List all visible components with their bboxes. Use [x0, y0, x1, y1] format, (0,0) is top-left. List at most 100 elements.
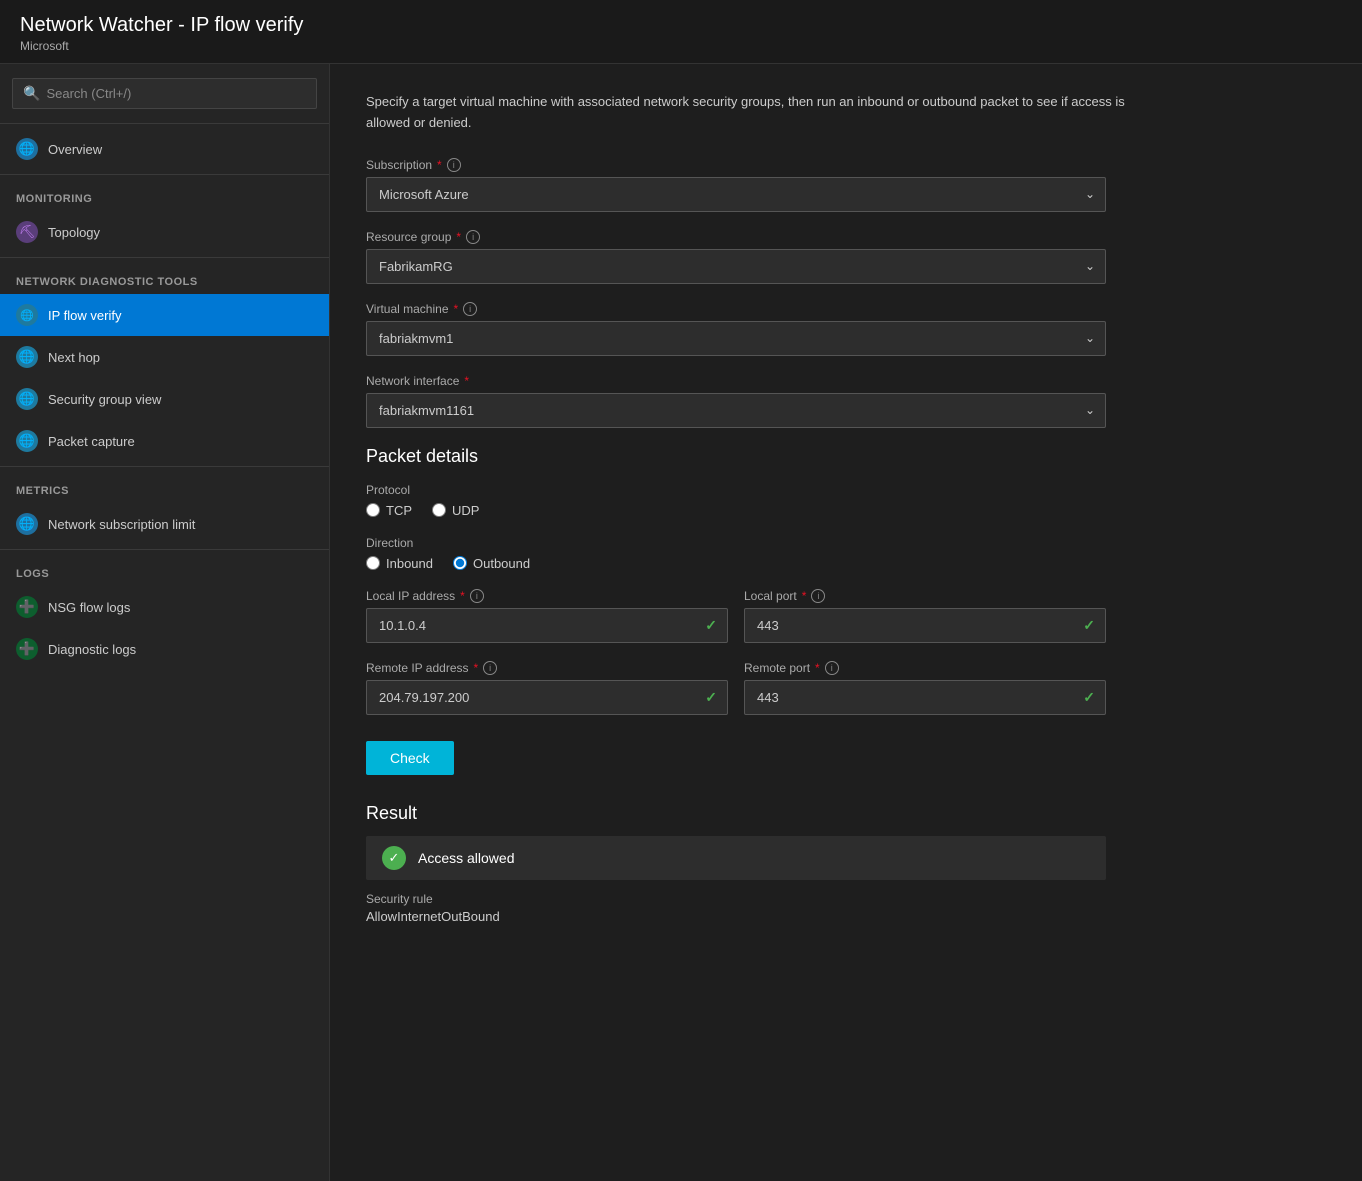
local-ip-field: Local IP address * i ✓ [366, 589, 728, 643]
search-icon: 🔍 [23, 85, 40, 102]
vm-info-icon[interactable]: i [463, 302, 477, 316]
network-interface-label: Network interface * [366, 374, 1106, 388]
direction-inbound-option[interactable]: Inbound [366, 556, 433, 571]
secgroup-icon: 🌐 [16, 388, 38, 410]
security-rule-label: Security rule [366, 892, 1326, 906]
remote-port-input-wrapper[interactable]: ✓ [744, 680, 1106, 715]
nsg-icon: ➕ [16, 596, 38, 618]
network-interface-select-wrapper[interactable]: fabriakmvm1161 ⌄ [366, 393, 1106, 428]
remote-fields-row: Remote IP address * i ✓ Remote port * i [366, 661, 1106, 715]
direction-radio-group: Inbound Outbound [366, 556, 1106, 571]
network-interface-select[interactable]: fabriakmvm1161 [367, 394, 1105, 427]
protocol-tcp-radio[interactable] [366, 503, 380, 517]
vm-select[interactable]: fabriakmvm1 [367, 322, 1105, 355]
local-ip-input-wrapper[interactable]: ✓ [366, 608, 728, 643]
sidebar-label-next-hop: Next hop [48, 350, 100, 365]
remote-ip-input[interactable] [367, 681, 727, 714]
local-port-field: Local port * i ✓ [744, 589, 1106, 643]
page-subtitle: Microsoft [20, 39, 1342, 53]
resource-group-select-wrapper[interactable]: FabrikamRG ⌄ [366, 249, 1106, 284]
direction-inbound-radio[interactable] [366, 556, 380, 570]
sidebar-item-security-group-view[interactable]: 🌐 Security group view [0, 378, 329, 420]
local-ip-valid-icon: ✓ [705, 617, 717, 634]
remote-ip-info-icon[interactable]: i [483, 661, 497, 675]
sidebar-label-nsg: NSG flow logs [48, 600, 130, 615]
remote-ip-input-wrapper[interactable]: ✓ [366, 680, 728, 715]
resource-group-info-icon[interactable]: i [466, 230, 480, 244]
required-star-rip: * [474, 661, 479, 675]
protocol-udp-radio[interactable] [432, 503, 446, 517]
protocol-tcp-option[interactable]: TCP [366, 503, 412, 518]
local-port-input-wrapper[interactable]: ✓ [744, 608, 1106, 643]
security-rule-value: AllowInternetOutBound [366, 909, 1326, 924]
result-success-icon: ✓ [382, 846, 406, 870]
sidebar: 🔍 🌐 Overview MONITORING ⛏ Topology NETWO… [0, 64, 330, 1181]
local-port-label: Local port * i [744, 589, 1106, 603]
required-star-vm: * [454, 302, 459, 316]
divider [0, 466, 329, 467]
result-text: Access allowed [418, 850, 515, 866]
section-monitoring: MONITORING [0, 179, 329, 211]
resource-group-select[interactable]: FabrikamRG [367, 250, 1105, 283]
protocol-radio-group: TCP UDP [366, 503, 1106, 518]
search-box[interactable]: 🔍 [12, 78, 317, 109]
sidebar-label-diagnostic: Diagnostic logs [48, 642, 136, 657]
protocol-udp-option[interactable]: UDP [432, 503, 479, 518]
required-star-ni: * [464, 374, 469, 388]
sidebar-item-topology[interactable]: ⛏ Topology [0, 211, 329, 253]
local-fields-row: Local IP address * i ✓ Local port * i ✓ [366, 589, 1106, 643]
remote-port-info-icon[interactable]: i [825, 661, 839, 675]
nexthop-icon: 🌐 [16, 346, 38, 368]
direction-field: Direction Inbound Outbound [366, 536, 1106, 571]
direction-label: Direction [366, 536, 1106, 550]
local-port-info-icon[interactable]: i [811, 589, 825, 603]
sidebar-label-network-sub: Network subscription limit [48, 517, 195, 532]
remote-port-field: Remote port * i ✓ [744, 661, 1106, 715]
divider [0, 174, 329, 175]
remote-port-label: Remote port * i [744, 661, 1106, 675]
resource-group-label: Resource group * i [366, 230, 1106, 244]
sidebar-item-packet-capture[interactable]: 🌐 Packet capture [0, 420, 329, 462]
section-metrics: METRICS [0, 471, 329, 503]
sidebar-item-next-hop[interactable]: 🌐 Next hop [0, 336, 329, 378]
sidebar-item-network-subscription[interactable]: 🌐 Network subscription limit [0, 503, 329, 545]
sidebar-item-nsg-flow-logs[interactable]: ➕ NSG flow logs [0, 586, 329, 628]
check-button[interactable]: Check [366, 741, 454, 775]
protocol-field: Protocol TCP UDP [366, 483, 1106, 518]
result-section: Result ✓ Access allowed Security rule Al… [366, 803, 1326, 924]
header: Network Watcher - IP flow verify Microso… [0, 0, 1362, 64]
vm-select-wrapper[interactable]: fabriakmvm1 ⌄ [366, 321, 1106, 356]
local-ip-label: Local IP address * i [366, 589, 728, 603]
sidebar-label-topology: Topology [48, 225, 100, 240]
local-port-input[interactable] [745, 609, 1105, 642]
direction-outbound-option[interactable]: Outbound [453, 556, 530, 571]
section-logs: LOGS [0, 554, 329, 586]
subscription-select[interactable]: Microsoft Azure [367, 178, 1105, 211]
search-input[interactable] [46, 86, 306, 101]
result-heading: Result [366, 803, 1326, 824]
virtual-machine-field: Virtual machine * i fabriakmvm1 ⌄ [366, 302, 1106, 356]
sidebar-item-ip-flow-verify[interactable]: 🌐 IP flow verify [0, 294, 329, 336]
subscription-info-icon[interactable]: i [447, 158, 461, 172]
sidebar-item-diagnostic-logs[interactable]: ➕ Diagnostic logs [0, 628, 329, 670]
subscription-field: Subscription * i Microsoft Azure ⌄ [366, 158, 1106, 212]
required-star-rport: * [815, 661, 820, 675]
resource-group-field: Resource group * i FabrikamRG ⌄ [366, 230, 1106, 284]
remote-port-input[interactable] [745, 681, 1105, 714]
section-network-tools: NETWORK DIAGNOSTIC TOOLS [0, 262, 329, 294]
virtual-machine-label: Virtual machine * i [366, 302, 1106, 316]
required-star-lport: * [802, 589, 807, 603]
page-title: Network Watcher - IP flow verify [20, 14, 1342, 37]
security-rule-section: Security rule AllowInternetOutBound [366, 892, 1326, 924]
direction-outbound-radio[interactable] [453, 556, 467, 570]
subscription-select-wrapper[interactable]: Microsoft Azure ⌄ [366, 177, 1106, 212]
remote-ip-label: Remote IP address * i [366, 661, 728, 675]
subscription-label: Subscription * i [366, 158, 1106, 172]
packet-details-heading: Packet details [366, 446, 1326, 467]
divider [0, 123, 329, 124]
required-star: * [437, 158, 442, 172]
sidebar-item-overview[interactable]: 🌐 Overview [0, 128, 329, 170]
local-ip-info-icon[interactable]: i [470, 589, 484, 603]
local-ip-input[interactable] [367, 609, 727, 642]
sidebar-label-security-group: Security group view [48, 392, 161, 407]
